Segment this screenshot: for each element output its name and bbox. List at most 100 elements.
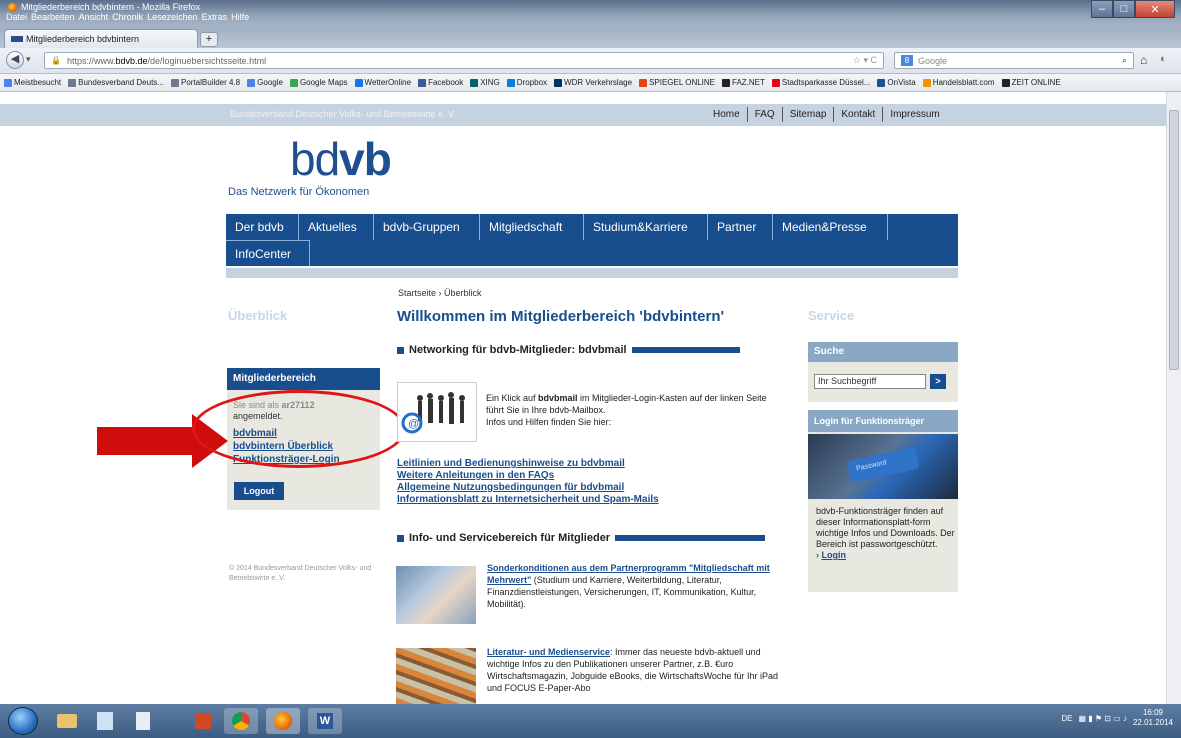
nav-bdvb-gruppen[interactable]: bdvb-Gruppen — [374, 214, 480, 240]
menu-hilfe[interactable]: Hilfe — [231, 12, 249, 22]
bookmark-favicon-icon — [247, 78, 256, 87]
menu-lesezeichen[interactable]: Lesezeichen — [147, 12, 198, 22]
nav-studium-karriere[interactable]: Studium&Karriere — [584, 214, 708, 240]
nav-aktuelles[interactable]: Aktuelles — [299, 214, 374, 240]
vertical-scrollbar[interactable] — [1166, 92, 1181, 704]
logo-tagline: Das Netzwerk für Ökonomen — [228, 186, 370, 198]
bookmark-item[interactable]: Dropbox — [506, 78, 548, 87]
nav-partner[interactable]: Partner — [708, 214, 773, 240]
bookmark-favicon-icon — [68, 78, 77, 87]
top-link-home[interactable]: Home — [706, 107, 748, 122]
document-icon[interactable] — [126, 708, 160, 734]
funktionstraeger-box: Login für Funktionsträger Password bdvb-… — [808, 410, 958, 592]
bookmark-label: WDR Verkehrslage — [564, 78, 633, 87]
top-strip: Bundesverband Deutscher Volks- und Betri… — [0, 104, 1181, 126]
bookmark-label: Dropbox — [516, 78, 548, 87]
partner-program-text: Sonderkonditionen aus dem Partnerprogram… — [487, 563, 770, 609]
top-link-faq[interactable]: FAQ — [748, 107, 783, 122]
bookmark-item[interactable]: Meistbesucht — [4, 78, 61, 87]
bookmark-item[interactable]: ZEIT ONLINE — [1001, 78, 1061, 87]
password-key-icon: Password — [846, 446, 920, 484]
menu-ansicht[interactable]: Ansicht — [79, 12, 109, 22]
bookmark-item[interactable]: WetterOnline — [354, 78, 412, 87]
bookmark-item[interactable]: Google — [247, 78, 283, 87]
back-button[interactable]: ◀ — [6, 51, 24, 69]
nav-mitgliedschaft[interactable]: Mitgliedschaft — [480, 214, 584, 240]
nav-medien-presse[interactable]: Medien&Presse — [773, 214, 888, 240]
minimize-button[interactable]: – — [1091, 0, 1113, 18]
bookmark-item[interactable]: WDR Verkehrslage — [554, 78, 632, 87]
word-icon[interactable]: W — [308, 708, 342, 734]
chrome-icon[interactable] — [224, 708, 258, 734]
member-box-title: Mitgliederbereich — [227, 368, 380, 390]
new-tab-button[interactable]: + — [200, 32, 218, 47]
bookmark-item[interactable]: Facebook — [418, 78, 463, 87]
menu-chronik[interactable]: Chronik — [112, 12, 143, 22]
site-favicon-icon — [11, 36, 23, 42]
search-bar[interactable]: 8 Google ⌕ — [894, 52, 1134, 69]
window-titlebar: Mitgliederbereich bdvbintern - Mozilla F… — [0, 0, 1181, 26]
url-domain: bdvb.de — [115, 55, 148, 66]
bookmark-item[interactable]: XING — [470, 78, 500, 87]
link-nutzungsbedingungen[interactable]: Allgemeine Nutzungsbedingungen für bdvbm… — [397, 482, 659, 494]
magazines-image — [396, 648, 476, 704]
history-dropdown-icon[interactable]: ▾ — [26, 54, 31, 65]
bookmark-item[interactable]: Bundesverband Deuts... — [68, 78, 164, 87]
bookmark-favicon-icon — [771, 78, 780, 87]
link-leitlinien[interactable]: Leitlinien und Bedienungshinweise zu bdv… — [397, 458, 659, 470]
clock[interactable]: 16:09 22.01.2014 — [1133, 708, 1173, 728]
tray-icons[interactable]: ▦ ▮ ⚑ ⊡ ▭ ♪ — [1078, 714, 1127, 723]
tab-mitgliederbereich[interactable]: Mitgliederbereich bdvbintern — [4, 29, 198, 48]
bookmark-item[interactable]: Google Maps — [289, 78, 348, 87]
bookmark-label: Meistbesucht — [14, 78, 62, 87]
explorer-icon[interactable] — [50, 708, 84, 734]
nav-der-bdvb[interactable]: Der bdvb — [226, 214, 299, 240]
firefox-taskbar-icon[interactable] — [266, 708, 300, 734]
reload-icon[interactable]: ☆ ▾ C — [853, 55, 877, 66]
web-page: Bundesverband Deutscher Volks- und Betri… — [0, 92, 1181, 704]
menu-bearbeiten[interactable]: Bearbeiten — [31, 12, 75, 22]
link-internetsicherheit[interactable]: Informationsblatt zu Internetsicherheit … — [397, 494, 659, 506]
tab-bar: Mitgliederbereich bdvbintern + — [0, 26, 1181, 48]
bookmark-item[interactable]: SPIEGEL ONLINE — [639, 78, 715, 87]
site-search-input[interactable]: Ihr Suchbegriff — [814, 374, 926, 389]
page-title: Willkommen im Mitgliederbereich 'bdvbint… — [397, 308, 725, 325]
nav-infocenter[interactable]: InfoCenter — [226, 240, 310, 266]
search-box: Suche Ihr Suchbegriff > — [808, 342, 958, 402]
maximize-button[interactable]: □ — [1113, 0, 1135, 18]
bookmark-favicon-icon — [4, 78, 12, 87]
logout-button[interactable]: Logout — [234, 482, 284, 500]
bookmark-label: WetterOnline — [364, 78, 412, 87]
top-link-sitemap[interactable]: Sitemap — [783, 107, 835, 122]
bookmark-label: PortalBuilder 4.8 — [180, 78, 241, 87]
site-search-button[interactable]: > — [930, 374, 946, 389]
funk-login-link[interactable]: Login — [822, 550, 847, 560]
firefox-icon — [8, 2, 17, 12]
bookmark-favicon-icon — [354, 78, 363, 87]
bookmark-item[interactable]: PortalBuilder 4.8 — [170, 78, 241, 87]
url-bar[interactable]: 🔒 https://www. bdvb.de/de/loginuebersicht… — [44, 52, 884, 69]
start-button[interactable] — [8, 707, 38, 735]
language-indicator[interactable]: DE — [1061, 714, 1072, 723]
scrollbar-thumb[interactable] — [1169, 110, 1179, 370]
link-medienservice[interactable]: Literatur- und Medienservice — [487, 647, 610, 657]
bookmark-item[interactable]: OnVista — [877, 78, 916, 87]
close-button[interactable]: ✕ — [1135, 0, 1175, 18]
bdvb-logo[interactable]: bdvb — [290, 136, 392, 182]
bookmark-item[interactable]: Handelsblatt.com — [922, 78, 995, 87]
notepad-icon[interactable] — [88, 708, 122, 734]
top-link-kontakt[interactable]: Kontakt — [834, 107, 884, 122]
bookmark-item[interactable]: Stadtsparkasse Düssel... — [771, 78, 870, 87]
search-icon[interactable]: ⌕ — [1122, 55, 1127, 66]
menu-datei[interactable]: Datei — [6, 12, 27, 22]
keyboard-image: Password — [808, 434, 958, 499]
menu-extras[interactable]: Extras — [202, 12, 228, 22]
bookmark-item[interactable]: FAZ.NET — [722, 78, 765, 87]
info-heading: Info- und Servicebereich für Mitglieder — [397, 532, 766, 544]
top-link-impressum[interactable]: Impressum — [883, 107, 946, 122]
section-bar — [615, 535, 766, 541]
powerpoint-icon[interactable] — [186, 708, 220, 734]
addon-icon[interactable]: ◐ — [1160, 53, 1167, 65]
home-icon[interactable]: ⌂ — [1140, 53, 1147, 67]
link-anleitungen-faq[interactable]: Weitere Anleitungen in den FAQs — [397, 470, 659, 482]
